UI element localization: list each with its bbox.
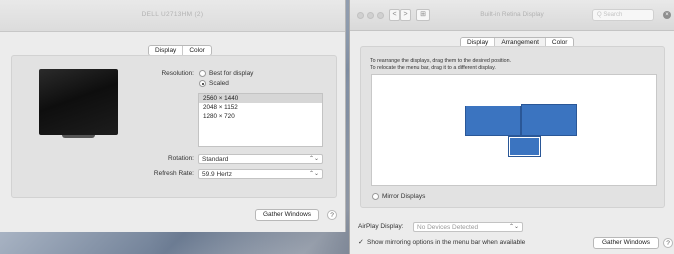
display-thumbnail-external[interactable]	[521, 104, 577, 136]
display-thumbnail-retina[interactable]	[508, 136, 541, 157]
instruction-line-2: To relocate the menu bar, drag it to a d…	[370, 65, 496, 71]
scaled-radio[interactable]	[199, 80, 206, 87]
mirroring-options-checkbox[interactable]: ✓	[358, 238, 364, 246]
gather-windows-button[interactable]: Gather Windows	[255, 209, 319, 221]
display-arrangement-area	[371, 74, 657, 186]
back-button[interactable]: <	[389, 9, 400, 21]
monitor-stand	[62, 135, 95, 138]
refresh-rate-value: 59.9 Hertz	[202, 171, 232, 178]
arrangement-panel: To rearrange the displays, drag them to …	[360, 46, 665, 208]
display-panel: Resolution: Best for display Scaled 2560…	[11, 55, 337, 198]
mirroring-options-label: Show mirroring options in the menu bar w…	[367, 239, 526, 246]
refresh-rate-select[interactable]: 59.9 Hertz ⌃⌄	[198, 169, 323, 179]
window-title: Built-in Retina Display	[480, 11, 544, 18]
retina-display-window: < > ⊞ Built-in Retina Display Q Search ×…	[349, 0, 674, 254]
mirror-displays-label: Mirror Displays	[382, 193, 426, 200]
monitor-image	[39, 69, 118, 135]
resolution-list: 2560 × 1440 2048 × 1152 1280 × 720	[198, 93, 323, 147]
minimize-window-icon[interactable]	[367, 12, 374, 19]
dell-display-window: DELL U2713HM (2) Display Color Resolutio…	[0, 0, 346, 232]
menu-bar-indicator[interactable]	[465, 104, 521, 106]
forward-button[interactable]: >	[400, 9, 411, 21]
help-button[interactable]: ?	[663, 238, 673, 248]
airplay-display-label: AirPlay Display:	[358, 223, 404, 230]
scaled-label: Scaled	[209, 80, 229, 87]
resolution-item[interactable]: 1280 × 720	[199, 112, 322, 121]
rotation-select[interactable]: Standard ⌃⌄	[198, 154, 323, 164]
instruction-line-1: To rearrange the displays, drag them to …	[370, 58, 512, 64]
tab-color[interactable]: Color	[182, 46, 211, 55]
gather-windows-button[interactable]: Gather Windows	[593, 237, 659, 249]
best-for-display-label: Best for display	[209, 70, 254, 77]
refresh-rate-label: Refresh Rate:	[153, 170, 194, 177]
show-all-grid-icon[interactable]: ⊞	[416, 9, 430, 21]
tab-display[interactable]: Display	[149, 46, 183, 55]
airplay-display-value: No Devices Detected	[417, 224, 479, 231]
help-button[interactable]: ?	[327, 210, 337, 220]
resolution-item[interactable]: 2048 × 1152	[199, 103, 322, 112]
airplay-display-select[interactable]: No Devices Detected ⌃⌄	[413, 222, 523, 232]
zoom-window-icon[interactable]	[377, 12, 384, 19]
rotation-label: Rotation:	[167, 155, 194, 162]
up-down-arrows-icon: ⌃⌄	[308, 156, 319, 162]
resolution-item[interactable]: 2560 × 1440	[199, 94, 322, 103]
resolution-label: Resolution:	[161, 70, 194, 77]
up-down-arrows-icon: ⌃⌄	[508, 224, 519, 230]
titlebar: DELL U2713HM (2)	[0, 0, 345, 32]
clear-search-icon[interactable]: ×	[663, 11, 671, 19]
up-down-arrows-icon: ⌃⌄	[308, 171, 319, 177]
rotation-value: Standard	[202, 156, 229, 163]
titlebar: < > ⊞ Built-in Retina Display Q Search ×	[350, 0, 674, 31]
search-input[interactable]: Q Search	[592, 9, 654, 21]
mirror-displays-checkbox[interactable]	[372, 193, 379, 200]
best-for-display-radio[interactable]	[199, 70, 206, 77]
window-title: DELL U2713HM (2)	[141, 11, 204, 18]
close-window-icon[interactable]	[357, 12, 364, 19]
display-thumbnail-dell[interactable]	[465, 104, 521, 136]
